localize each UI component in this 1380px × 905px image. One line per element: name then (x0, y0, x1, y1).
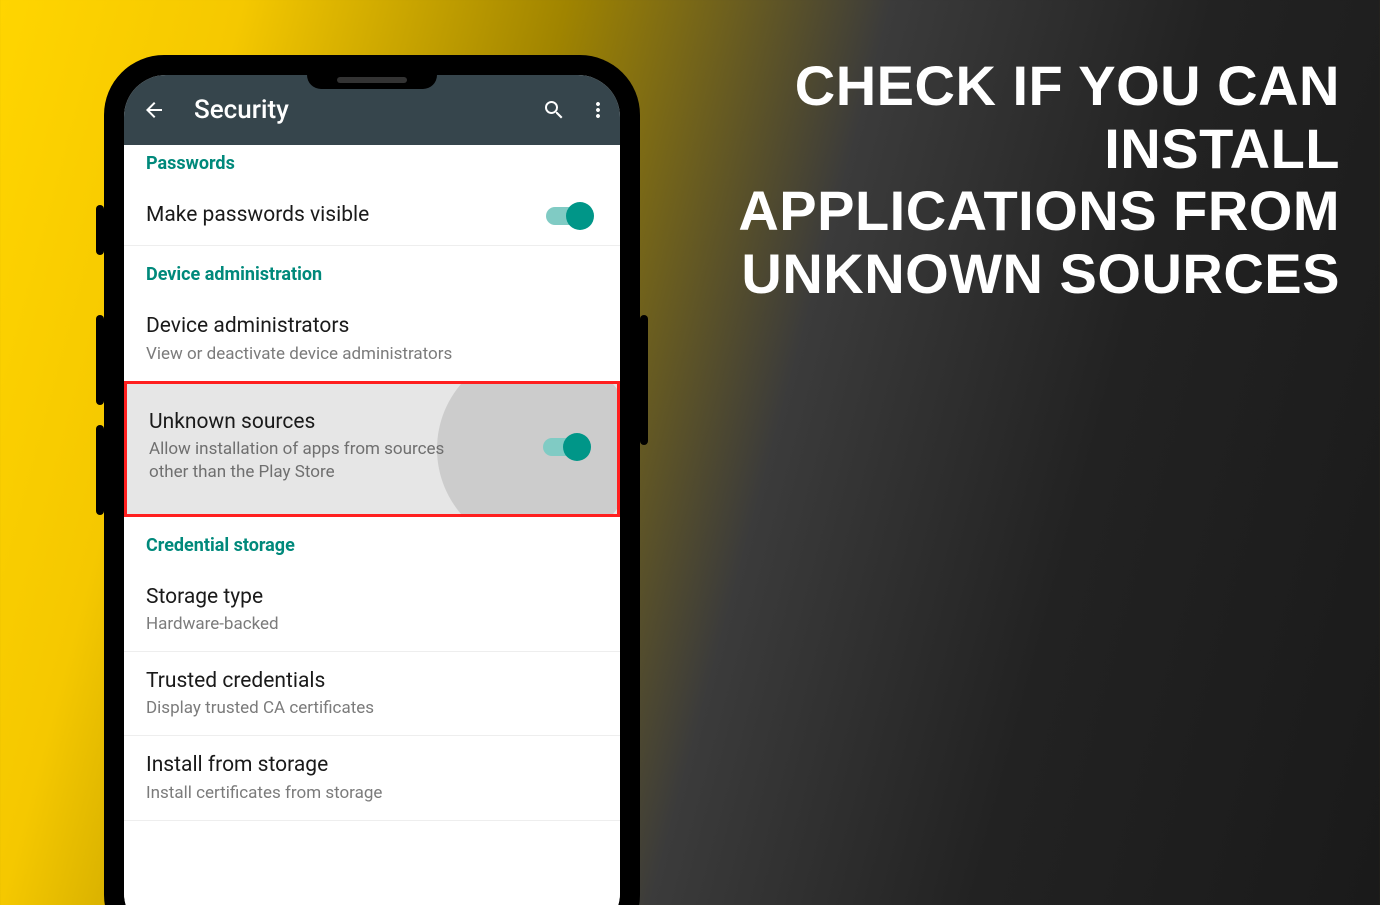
row-subtitle: Install certificates from storage (146, 782, 598, 804)
section-header-device-admin: Device administration (124, 246, 620, 297)
phone-side-button (640, 315, 648, 445)
toggle-knob (563, 433, 591, 461)
row-title: Unknown sources (149, 410, 473, 434)
more-icon[interactable] (586, 98, 610, 122)
search-icon[interactable] (542, 98, 566, 122)
row-title: Trusted credentials (146, 668, 598, 695)
row-install-from-storage[interactable]: Install from storage Install certificate… (124, 736, 620, 820)
phone-side-button (96, 205, 104, 255)
row-subtitle: Hardware-backed (146, 613, 598, 635)
row-subtitle: Display trusted CA certificates (146, 697, 598, 719)
section-header-credential-storage: Credential storage (124, 517, 620, 568)
appbar-title: Security (194, 95, 522, 125)
phone-screen: Security Passwords Make passwords visibl… (124, 75, 620, 905)
phone-side-button (96, 425, 104, 515)
row-title: Install from storage (146, 752, 598, 779)
row-unknown-sources[interactable]: Unknown sources Allow installation of ap… (127, 384, 617, 514)
settings-content[interactable]: Passwords Make passwords visible Device … (124, 145, 620, 905)
phone-speaker (337, 77, 407, 83)
row-make-passwords-visible[interactable]: Make passwords visible (124, 186, 620, 246)
back-icon[interactable] (142, 98, 166, 122)
row-title: Device administrators (146, 313, 598, 340)
row-subtitle: Allow installation of apps from sources … (149, 438, 473, 484)
toggle-unknown-sources[interactable] (543, 438, 587, 456)
highlight-unknown-sources: Unknown sources Allow installation of ap… (124, 381, 620, 517)
phone-side-button (96, 315, 104, 405)
row-title: Make passwords visible (146, 202, 534, 229)
section-header-passwords: Passwords (124, 145, 620, 186)
toggle-knob (566, 202, 594, 230)
instruction-headline: CHECK IF YOU CAN INSTALL APPLICATIONS FR… (690, 55, 1340, 306)
phone-frame: Security Passwords Make passwords visibl… (104, 55, 640, 905)
row-trusted-credentials[interactable]: Trusted credentials Display trusted CA c… (124, 652, 620, 736)
row-subtitle: View or deactivate device administrators (146, 343, 598, 365)
row-title: Storage type (146, 584, 598, 611)
row-storage-type[interactable]: Storage type Hardware-backed (124, 568, 620, 652)
toggle-passwords-visible[interactable] (546, 207, 590, 225)
row-device-administrators[interactable]: Device administrators View or deactivate… (124, 297, 620, 380)
